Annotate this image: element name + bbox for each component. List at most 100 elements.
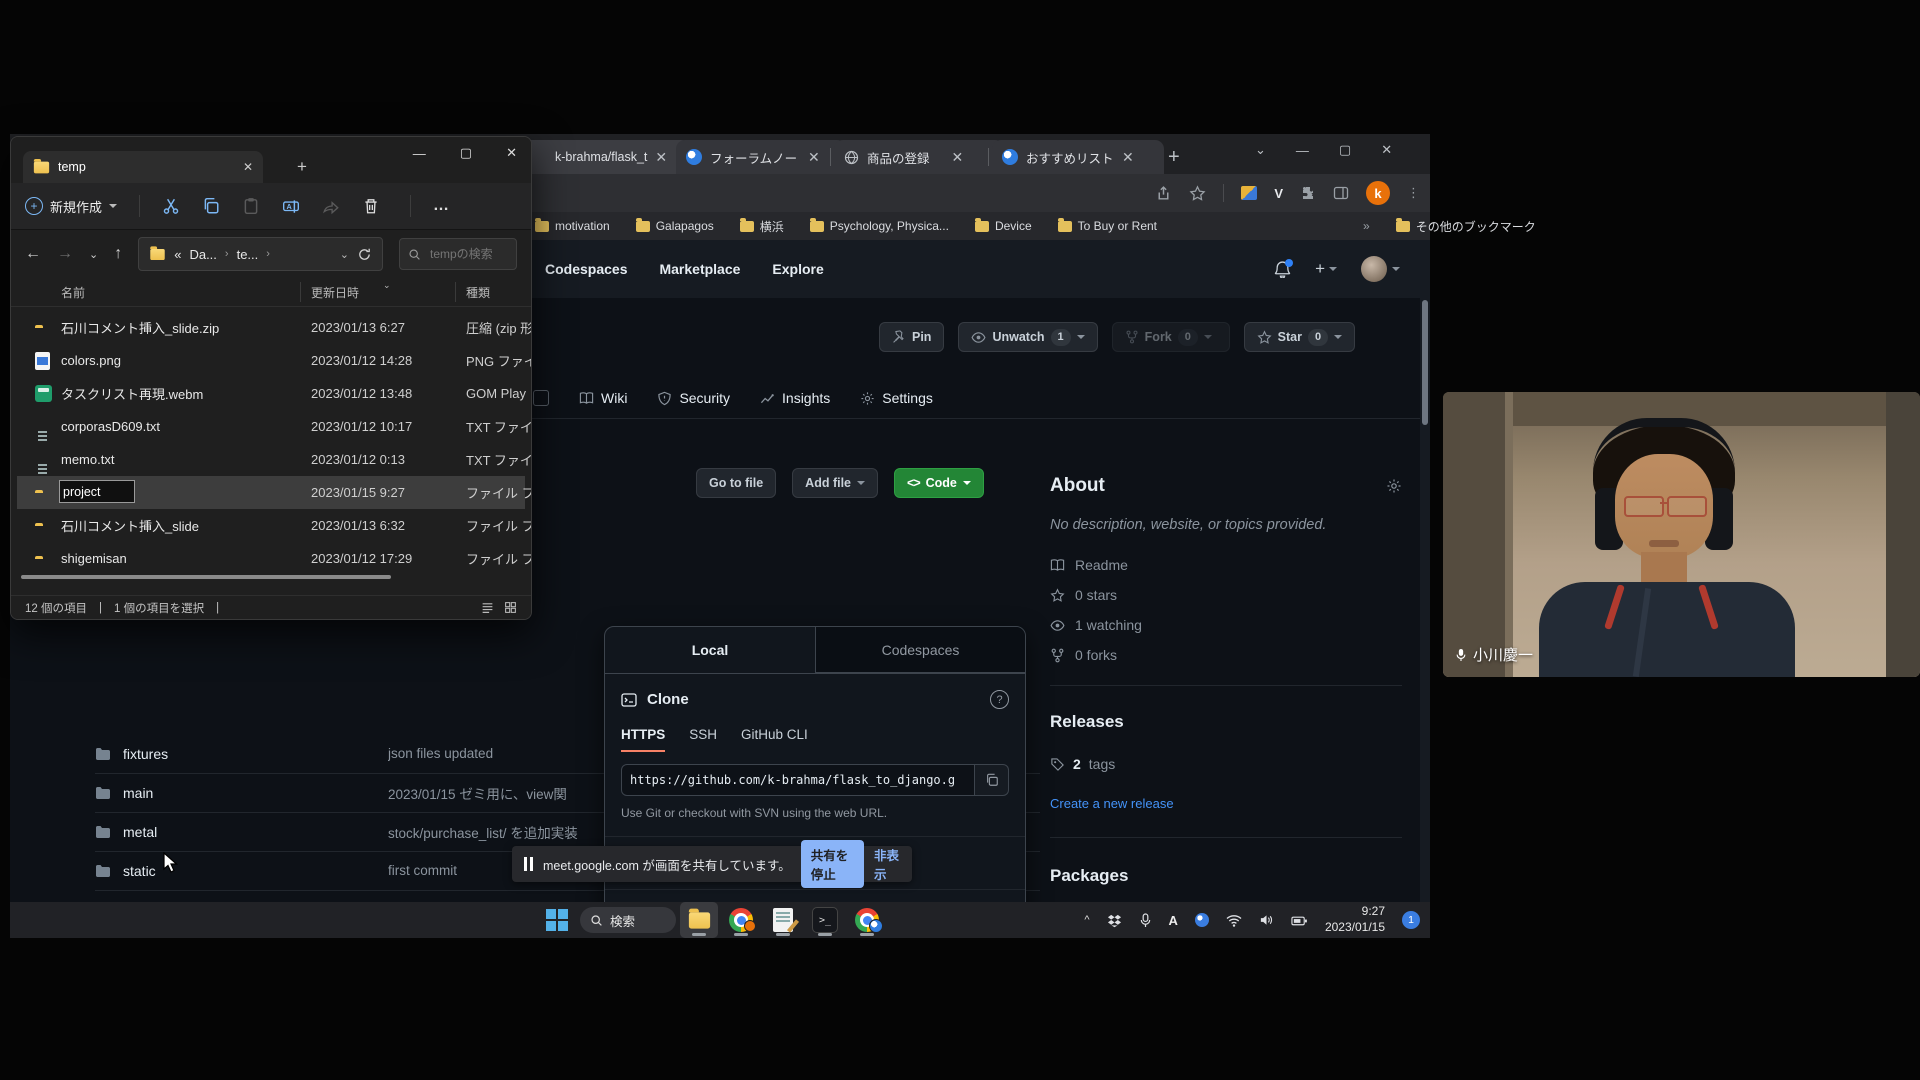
explorer-tab[interactable]: temp ✕	[23, 151, 263, 183]
pin-button[interactable]: Pin	[879, 322, 944, 352]
taskbar-notepad[interactable]	[764, 902, 802, 938]
releases-title[interactable]: Releases	[1050, 712, 1402, 732]
chrome-menu-icon[interactable]: ⋮	[1407, 185, 1420, 201]
extension-image-icon[interactable]	[1241, 186, 1257, 200]
clone-url-input[interactable]	[621, 764, 975, 796]
browser-tab[interactable]: フォーラムノートパソ ✕	[676, 140, 846, 174]
wifi-icon[interactable]	[1226, 914, 1242, 927]
tab-security[interactable]: Security	[657, 390, 730, 406]
back-icon[interactable]: ←	[25, 245, 41, 263]
paste-icon[interactable]	[242, 197, 260, 215]
file-row[interactable]: 石川コメント挿入_slide.zip2023/01/13 6:27圧縮 (zip…	[17, 311, 525, 344]
nav-codespaces[interactable]: Codespaces	[545, 261, 627, 277]
forks-link[interactable]: 0 forks	[1050, 647, 1402, 663]
tab-codespaces[interactable]: Codespaces	[815, 627, 1025, 673]
tab-close-icon[interactable]: ✕	[1122, 150, 1134, 164]
breadcrumb-segment[interactable]: Da...	[189, 247, 216, 262]
clock[interactable]: 9:27 2023/01/15	[1325, 904, 1385, 935]
tab-close-icon[interactable]: ✕	[808, 150, 820, 164]
protocol-https[interactable]: HTTPS	[621, 727, 665, 752]
maximize-icon[interactable]: ▢	[1339, 142, 1351, 158]
help-icon[interactable]: ?	[990, 690, 1009, 709]
share-icon[interactable]	[1155, 185, 1172, 202]
file-row[interactable]: タスクリスト再現.webm2023/01/12 13:48GOM Play	[17, 377, 525, 410]
star-button[interactable]: Star 0	[1244, 322, 1355, 352]
new-tab-button[interactable]: +	[1168, 146, 1180, 169]
stop-sharing-button[interactable]: 共有を停止	[801, 840, 864, 888]
notification-badge[interactable]: 1	[1402, 911, 1420, 929]
speaker-icon[interactable]	[1259, 913, 1274, 927]
other-bookmarks[interactable]: その他のブックマーク	[1396, 218, 1536, 235]
copy-button[interactable]	[975, 764, 1009, 796]
file-row-selected[interactable]: 2023/01/15 9:27ファイル フォ	[17, 476, 525, 509]
protocol-ssh[interactable]: SSH	[689, 727, 717, 752]
breadcrumb-segment[interactable]: te...	[237, 247, 259, 262]
tags-link[interactable]: 2 tags	[1050, 756, 1402, 772]
refresh-icon[interactable]	[357, 247, 372, 262]
horizontal-scrollbar[interactable]	[21, 575, 391, 579]
user-avatar[interactable]	[1361, 256, 1400, 282]
tray-chevron-icon[interactable]: ^	[1084, 914, 1089, 926]
battery-pen-icon[interactable]	[1291, 914, 1308, 927]
search-box[interactable]	[399, 238, 517, 270]
microphone-icon[interactable]	[1139, 913, 1152, 928]
new-tab-button[interactable]: +	[297, 157, 307, 177]
file-row[interactable]: shigemisan2023/01/12 17:29ファイル フォ	[17, 542, 525, 575]
address-dropdown-icon[interactable]: ⌄	[340, 248, 349, 261]
dropbox-icon[interactable]	[1107, 913, 1122, 928]
new-item-button[interactable]: + 新規作成	[25, 197, 117, 216]
copy-icon[interactable]	[202, 197, 220, 215]
taskbar-terminal[interactable]: >_	[806, 902, 844, 938]
tab-insights[interactable]: Insights	[760, 390, 830, 406]
taskbar-chrome-profile2[interactable]	[848, 902, 886, 938]
close-icon[interactable]: ✕	[506, 145, 517, 161]
maximize-icon[interactable]: ▢	[460, 145, 472, 161]
page-scrollbar[interactable]	[1420, 240, 1430, 902]
go-to-file-button[interactable]: Go to file	[696, 468, 776, 498]
close-icon[interactable]: ✕	[1381, 142, 1392, 158]
column-modified[interactable]: 更新日時	[311, 284, 359, 301]
taskbar-explorer[interactable]	[680, 902, 718, 938]
details-view-icon[interactable]	[481, 601, 494, 614]
bookmark-folder[interactable]: Psychology, Physica...	[810, 219, 949, 233]
download-zip[interactable]: Download ZIP	[605, 890, 1025, 902]
nav-marketplace[interactable]: Marketplace	[659, 261, 740, 277]
browser-tab[interactable]: 商品の登録 ✕	[834, 140, 1004, 174]
file-row[interactable]: corporasD609.txt2023/01/12 10:17TXT ファイル	[17, 410, 525, 443]
code-button[interactable]: <> Code	[894, 468, 984, 498]
file-row[interactable]: memo.txt2023/01/12 0:13TXT ファイル	[17, 443, 525, 476]
create-release-link[interactable]: Create a new release	[1050, 796, 1402, 811]
stars-link[interactable]: 0 stars	[1050, 587, 1402, 603]
tab-local[interactable]: Local	[605, 627, 815, 673]
about-gear-icon[interactable]	[1386, 478, 1402, 494]
nav-explore[interactable]: Explore	[772, 261, 823, 277]
taskbar-search[interactable]: 検索	[580, 907, 676, 933]
up-icon[interactable]: ↑	[114, 245, 122, 263]
side-panel-icon[interactable]	[1333, 185, 1349, 201]
browser-tab[interactable]: おすすめリスト パソ ✕	[992, 140, 1164, 174]
ime-indicator[interactable]: A	[1169, 913, 1178, 928]
bookmark-folder[interactable]: To Buy or Rent	[1058, 219, 1157, 233]
bookmark-folder[interactable]: Galapagos	[636, 219, 714, 233]
large-icons-view-icon[interactable]	[504, 601, 517, 614]
unwatch-button[interactable]: Unwatch 1	[958, 322, 1097, 352]
tab-wiki[interactable]: Wiki	[579, 390, 627, 406]
share-icon[interactable]	[322, 197, 340, 215]
column-type[interactable]: 種類	[466, 284, 490, 301]
create-new-button[interactable]: +	[1315, 259, 1337, 279]
delete-icon[interactable]	[362, 197, 380, 215]
bookmark-star-icon[interactable]	[1189, 185, 1206, 202]
minimize-icon[interactable]: —	[413, 146, 426, 161]
hide-button[interactable]: 非表示	[874, 845, 900, 883]
search-input[interactable]	[428, 246, 508, 262]
tab-close-icon[interactable]: ✕	[952, 150, 964, 164]
file-row[interactable]: 石川コメント挿入_slide2023/01/13 6:32ファイル フォ	[17, 509, 525, 542]
rename-icon[interactable]: A	[282, 197, 300, 215]
profile-avatar[interactable]: k	[1366, 181, 1390, 205]
breadcrumb[interactable]: « Da... › te... › ⌄	[138, 237, 383, 271]
bookmarks-overflow-chevron[interactable]: »	[1363, 219, 1370, 233]
column-name[interactable]: 名前	[61, 284, 85, 301]
tab-close-icon[interactable]: ✕	[243, 160, 253, 174]
bookmark-folder[interactable]: motivation	[535, 219, 610, 233]
forward-icon[interactable]: →	[57, 245, 73, 263]
